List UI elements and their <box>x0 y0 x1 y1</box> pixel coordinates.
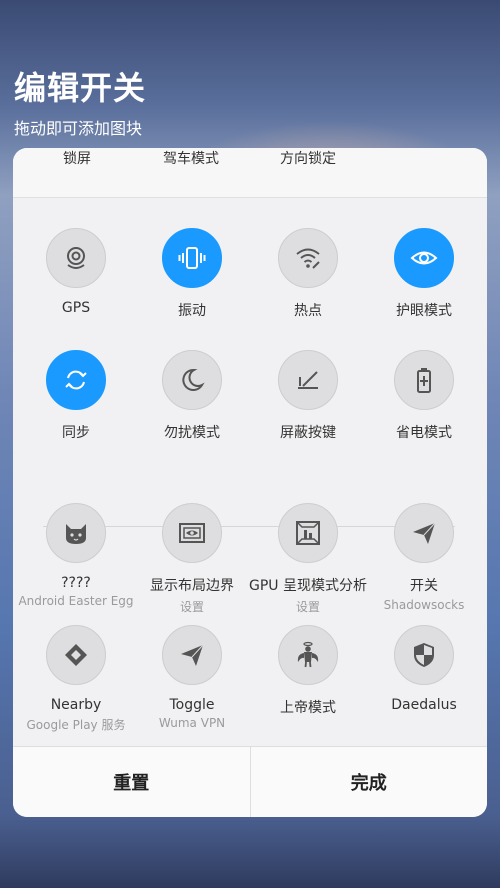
eye-icon <box>410 251 438 265</box>
tile-eye-comfort[interactable]: 护眼模式 <box>366 228 482 348</box>
tile-daedalus[interactable]: Daedalus <box>366 625 482 745</box>
tile-sync[interactable]: 同步 <box>18 350 134 470</box>
bottom-action-bar: 重置 完成 <box>13 746 487 817</box>
tile-label: 热点 <box>294 303 322 319</box>
strip-item-rotation-lock[interactable]: 方向锁定 <box>250 148 366 168</box>
tile-label: 护眼模式 <box>396 303 452 319</box>
shield-icon <box>414 643 434 667</box>
paper-plane-icon <box>413 522 436 544</box>
tile-circle <box>46 350 106 410</box>
tile-sublabel: Android Easter Egg <box>18 594 134 608</box>
top-tile-strip: 锁屏 驾车模式 方向锁定 <box>13 148 487 198</box>
tile-circle <box>278 503 338 563</box>
tile-label: 显示布局边界 <box>150 578 234 594</box>
tile-hotspot[interactable]: 热点 <box>250 228 366 348</box>
tiles-grid: GPS 振动 热点 护眼模式 同步 勿扰模式 屏蔽按键 省电模式 ???? An… <box>13 203 487 747</box>
page-header: 编辑开关 拖动即可添加图块 <box>14 66 146 140</box>
tile-sublabel: 设置 <box>179 600 204 614</box>
tile-label: 勿扰模式 <box>164 425 220 441</box>
strip-item-driving-mode[interactable]: 驾车模式 <box>133 148 249 168</box>
tile-circle <box>278 350 338 410</box>
tile-label: Nearby <box>50 697 102 713</box>
strip-item-lock-screen[interactable]: 锁屏 <box>19 148 135 168</box>
tile-android-easter-egg[interactable]: ???? Android Easter Egg <box>18 503 134 623</box>
edit-tiles-panel: 锁屏 驾车模式 方向锁定 GPS 振动 热点 护眼模式 同步 勿扰模式 屏蔽按键… <box>13 148 487 817</box>
tile-sublabel: Wuma VPN <box>158 716 226 730</box>
tile-block-keys[interactable]: 屏蔽按键 <box>250 350 366 470</box>
tile-shadowsocks[interactable]: 开关 Shadowsocks <box>366 503 482 623</box>
tile-sublabel: Google Play 服务 <box>26 718 126 732</box>
tile-label: GPS <box>61 300 91 316</box>
god-mode-icon <box>297 641 319 668</box>
vibrate-icon <box>178 247 206 269</box>
reset-button[interactable]: 重置 <box>13 747 250 817</box>
tile-label: 省电模式 <box>396 425 452 441</box>
tile-circle <box>46 503 106 563</box>
tile-sublabel: 设置 <box>295 600 320 614</box>
done-button[interactable]: 完成 <box>249 747 488 817</box>
tile-label: 开关 <box>410 578 438 594</box>
tile-circle <box>46 625 106 685</box>
tile-wuma-vpn[interactable]: Toggle Wuma VPN <box>134 625 250 745</box>
paper-plane-icon <box>181 644 204 666</box>
tile-label: 同步 <box>62 425 90 441</box>
tile-label: GPU 呈现模式分析 <box>249 578 367 594</box>
tile-battery-saver[interactable]: 省电模式 <box>366 350 482 470</box>
tile-circle <box>162 625 222 685</box>
tile-god-mode[interactable]: 上帝模式 <box>250 625 366 745</box>
sync-icon <box>65 370 87 390</box>
tile-label: ???? <box>61 575 91 591</box>
tile-circle <box>162 350 222 410</box>
tile-circle <box>162 228 222 288</box>
tile-do-not-disturb[interactable]: 勿扰模式 <box>134 350 250 470</box>
tile-layout-bounds[interactable]: 显示布局边界 设置 <box>134 503 250 623</box>
gps-icon <box>67 247 85 269</box>
tile-label: Daedalus <box>391 697 457 713</box>
tile-circle <box>278 228 338 288</box>
tile-gpu-profiling[interactable]: GPU 呈现模式分析 设置 <box>249 503 367 623</box>
cat-icon <box>66 524 86 544</box>
block-keys-icon <box>298 371 318 389</box>
moon-icon <box>182 368 205 391</box>
page-title: 编辑开关 <box>14 69 147 107</box>
tile-circle <box>394 350 454 410</box>
tile-label: 振动 <box>178 303 206 319</box>
tile-circle <box>278 625 338 685</box>
gpu-profile-icon <box>296 521 320 545</box>
tile-circle <box>162 503 222 563</box>
tile-gps[interactable]: GPS <box>18 228 134 348</box>
hotspot-icon <box>296 248 320 269</box>
tile-circle <box>46 228 106 288</box>
layout-bounds-icon <box>179 523 205 543</box>
tile-label: Toggle <box>169 697 215 713</box>
tile-vibrate[interactable]: 振动 <box>134 228 250 348</box>
tile-circle <box>394 503 454 563</box>
tile-circle <box>394 228 454 288</box>
nearby-icon <box>65 644 87 666</box>
page-subtitle: 拖动即可添加图块 <box>14 119 143 138</box>
tile-label: 上帝模式 <box>280 700 336 716</box>
battery-icon <box>417 368 431 393</box>
tile-nearby[interactable]: Nearby Google Play 服务 <box>18 625 134 745</box>
tile-sublabel: Shadowsocks <box>383 598 465 612</box>
tile-label: 屏蔽按键 <box>280 425 336 441</box>
tile-circle <box>394 625 454 685</box>
